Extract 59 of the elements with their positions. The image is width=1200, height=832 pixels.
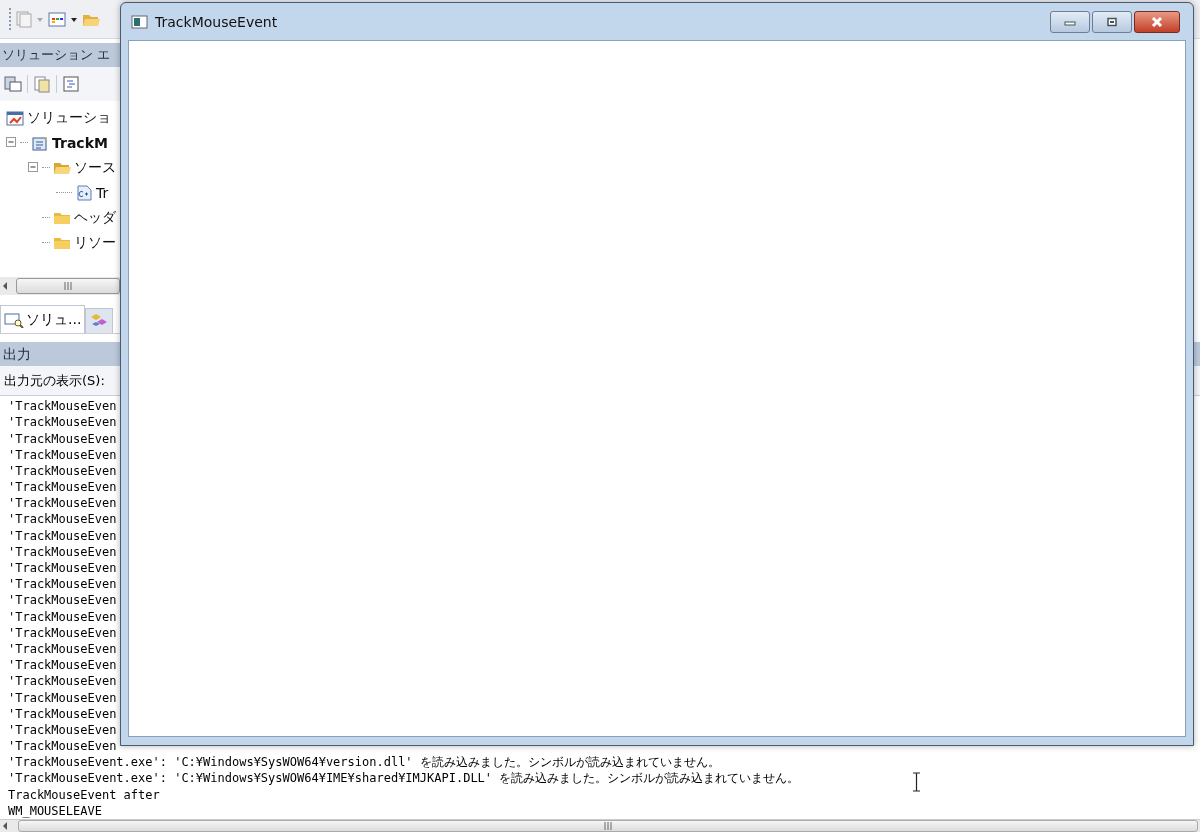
window-stack-icon[interactable] [15,10,33,29]
output-line: 'TrackMouseEven [8,479,117,496]
output-line: 'TrackMouseEven [8,738,117,755]
solution-search-icon [4,311,24,328]
new-project-icon[interactable] [47,10,67,29]
show-all-files-icon[interactable] [32,75,52,94]
maximize-icon [1105,16,1119,27]
output-line: 'TrackMouseEven [8,560,117,577]
properties-icon[interactable] [3,75,23,94]
minimize-button[interactable] [1050,10,1090,33]
output-line: WM_MOUSELEAVE [8,802,102,819]
close-icon [1149,15,1165,28]
output-line: 'TrackMouseEven [8,721,117,739]
output-line: 'TrackMouseEven [8,705,117,722]
window-title: TrackMouseEvent [155,13,278,30]
collapse-icon[interactable] [6,137,17,149]
maximize-button[interactable] [1092,10,1132,33]
output-line: 'TrackMouseEven [8,527,117,544]
output-line: 'TrackMouseEvent.exe': 'C:¥Windows¥SysWOW64¥IME¥shared¥IMJKAPI.DLL' を読み込みました。シンボルが読み込まれていません。 [8,770,800,787]
grip-icon [63,282,73,291]
output-line: 'TrackMouseEven [8,657,117,674]
toolbar-grip-icon [8,7,12,32]
output-line: TrackMouseEvent after [8,786,160,803]
grip-icon [603,822,613,830]
output-source-label: 出力元の表示(S): [4,371,105,390]
cpp-file-icon [75,184,93,201]
tree-item[interactable]: ソース [74,158,116,177]
output-line: 'TrackMouseEven [8,592,117,609]
horizontal-scrollbar[interactable] [0,277,120,296]
output-line: 'TrackMouseEven [8,495,117,512]
collapse-icon[interactable] [28,162,39,174]
tree-item[interactable]: Tr [96,184,109,201]
project-icon [31,134,49,151]
tree-item[interactable]: TrackM [52,134,108,151]
output-line: 'TrackMouseEven [8,543,117,560]
output-line: 'TrackMouseEven [8,608,117,625]
app-icon [131,13,149,30]
output-line: 'TrackMouseEven [8,640,117,658]
panel-tab[interactable] [85,308,114,334]
output-line: 'TrackMouseEven [8,576,117,593]
tree-item[interactable]: ソリューショ [27,108,111,127]
view-code-icon[interactable] [61,75,81,94]
output-line: 'TrackMouseEven [8,689,117,706]
text-cursor-icon [912,772,921,793]
output-line: 'TrackMouseEven [8,414,117,431]
output-line: 'TrackMouseEven [8,511,117,528]
scrollbar-thumb[interactable] [16,278,120,295]
panel-tab[interactable]: ソリュ... [0,305,86,334]
output-line: 'TrackMouseEven [8,462,117,480]
output-line: 'TrackMouseEvent.exe': 'C:¥Windows¥SysWOW64¥version.dll' を読み込みました。シンボルが読み込まれていません。 [8,754,720,771]
output-line: 'TrackMouseEven [8,673,117,690]
output-line: 'TrackMouseEven [8,624,117,641]
close-button[interactable] [1134,10,1180,33]
tree-item[interactable]: ヘッダ [74,208,116,227]
tree-item[interactable]: リソー [74,233,116,252]
solution-icon [6,109,24,126]
output-line: 'TrackMouseEven [8,398,117,415]
output-line: 'TrackMouseEven [8,430,117,447]
output-line: 'TrackMouseEven [8,446,117,463]
